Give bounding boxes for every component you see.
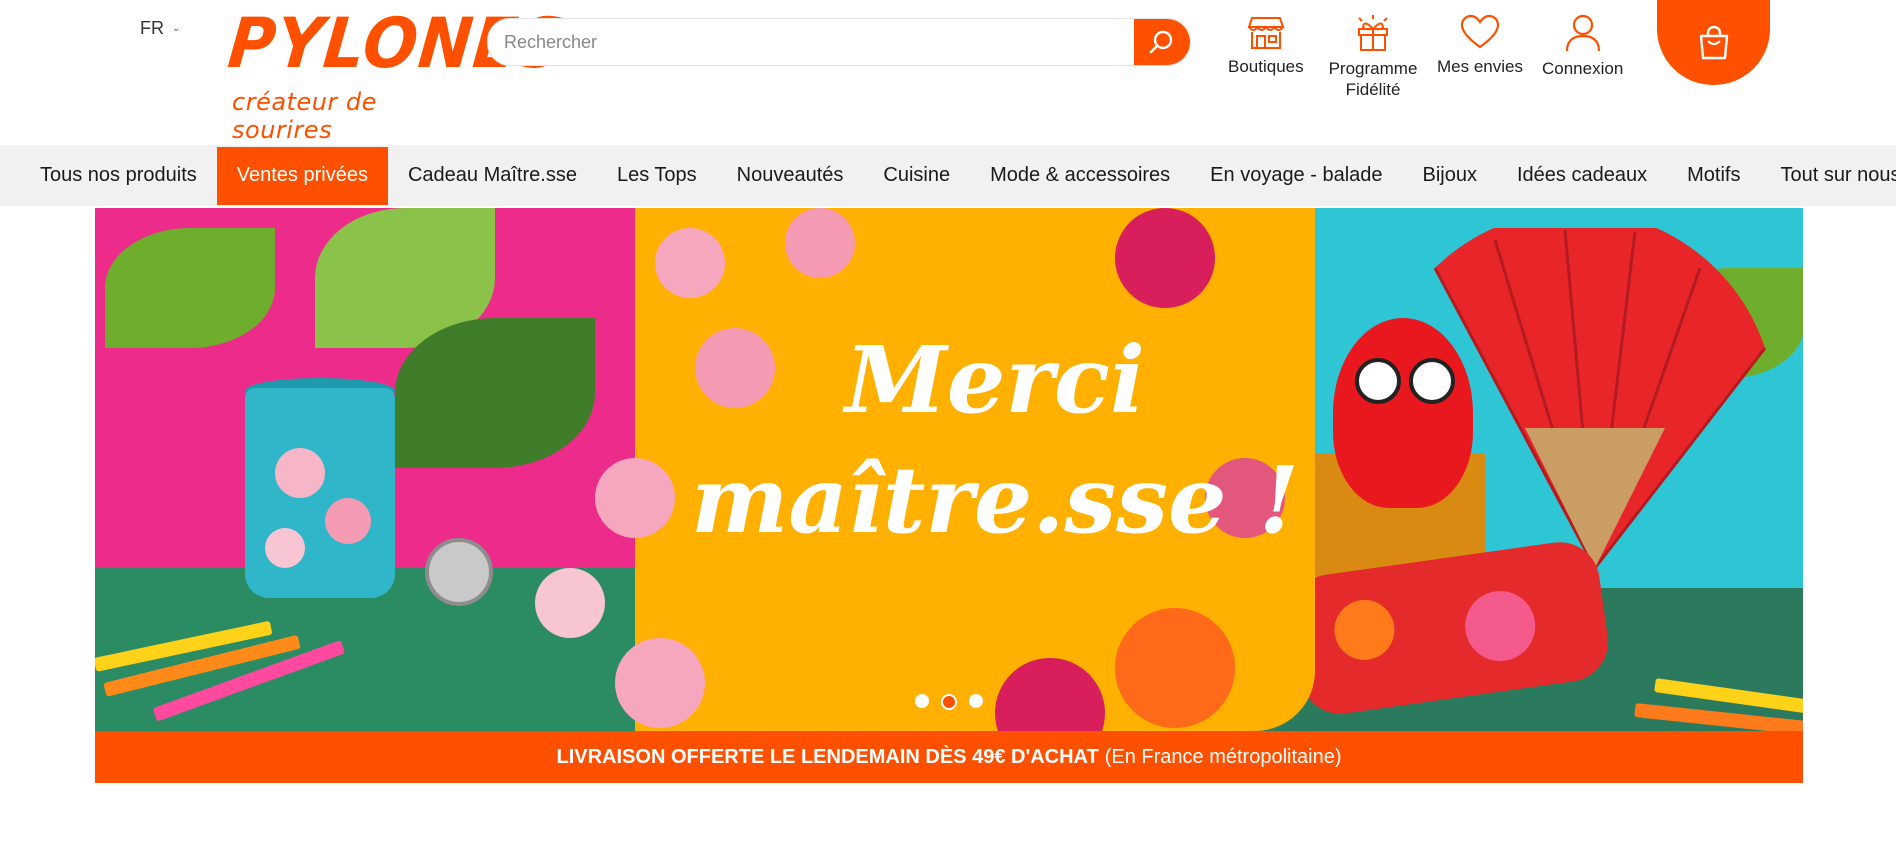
loyalty-label: Programme Fidélité: [1328, 59, 1418, 99]
nav-item-5[interactable]: Cuisine: [863, 147, 970, 205]
wishlist-label: Mes envies: [1437, 57, 1523, 76]
carousel-dot-2[interactable]: [941, 694, 957, 710]
shopping-bag-icon: [1699, 25, 1728, 59]
poppy-flower-image: [1115, 208, 1215, 308]
heart-icon: [1460, 14, 1500, 49]
user-icon: [1565, 14, 1600, 52]
banner-headline-line1: Merci: [845, 326, 1145, 434]
store-icon: [1247, 17, 1285, 49]
logo-wordmark: PYLONES: [224, 4, 570, 85]
cart-button[interactable]: [1657, 0, 1770, 85]
stores-link[interactable]: Boutiques: [1228, 14, 1304, 77]
plant-leaf-image: [105, 228, 275, 348]
promo-normal-text: (En France métropolitaine): [1104, 745, 1342, 768]
site-logo[interactable]: PYLONES créateur de sourires: [225, 5, 569, 144]
promo-bold-text: LIVRAISON OFFERTE LE LENDEMAIN DÈS 49€ D…: [556, 745, 1099, 768]
poppy-flower-image: [1115, 608, 1235, 728]
carousel-dots: [915, 694, 983, 710]
plant-leaf-image: [395, 318, 595, 468]
search-button[interactable]: [1134, 19, 1190, 65]
search-icon: [1149, 30, 1173, 54]
gift-icon: [1358, 15, 1388, 51]
stores-label: Boutiques: [1228, 57, 1304, 76]
carousel-dot-3[interactable]: [969, 694, 983, 708]
nav-item-8[interactable]: Bijoux: [1403, 147, 1497, 205]
orchid-flower-image: [655, 228, 725, 298]
wishlist-link[interactable]: Mes envies: [1437, 14, 1523, 77]
nav-item-10[interactable]: Motifs: [1667, 147, 1760, 205]
main-navigation: Tous nos produits Ventes privées Cadeau Ma…: [0, 145, 1896, 206]
loyalty-program-link[interactable]: Programme Fidélité: [1325, 14, 1421, 100]
logo-tagline: créateur de sourires: [232, 88, 377, 144]
carousel-dot-1[interactable]: [915, 694, 929, 708]
nav-item-1[interactable]: Ventes privées: [216, 146, 388, 205]
banner-headline-line2: maître.sse !: [691, 446, 1299, 554]
login-label: Connexion: [1542, 59, 1624, 78]
search-input[interactable]: [488, 19, 1128, 65]
nav-item-3[interactable]: Les Tops: [597, 147, 717, 205]
search-bar: [487, 18, 1191, 66]
nav-item-7[interactable]: En voyage - balade: [1190, 147, 1402, 205]
orchid-flower-image: [535, 568, 605, 638]
shipping-promo-bar: LIVRAISON OFFERTE LE LENDEMAIN DÈS 49€ D…: [95, 731, 1803, 783]
site-header: FR ⌄ PYLONES créateur de sourires Boutiq…: [0, 0, 1896, 145]
mug-image: [245, 388, 395, 598]
owl-glasses-holder-image: [1333, 318, 1473, 508]
nav-item-11[interactable]: Tout sur nous: [1760, 147, 1896, 205]
nav-item-6[interactable]: Mode & accessoires: [970, 147, 1190, 205]
language-selector[interactable]: FR ⌄: [140, 18, 180, 39]
nav-item-9[interactable]: Idées cadeaux: [1497, 147, 1667, 205]
banner-headline: Merci maître.sse !: [655, 320, 1335, 560]
hero-banner[interactable]: Merci maître.sse !: [95, 208, 1803, 731]
nav-item-0[interactable]: Tous nos produits: [20, 147, 217, 205]
language-label: FR: [140, 18, 164, 38]
orchid-flower-image: [615, 638, 705, 728]
nav-item-2[interactable]: Cadeau Maître.sse: [388, 147, 597, 205]
chevron-down-icon: ⌄: [172, 23, 181, 34]
login-link[interactable]: Connexion: [1542, 14, 1623, 79]
nav-item-4[interactable]: Nouveautés: [717, 147, 864, 205]
tea-infuser-image: [425, 538, 493, 606]
orchid-flower-image: [785, 208, 855, 278]
